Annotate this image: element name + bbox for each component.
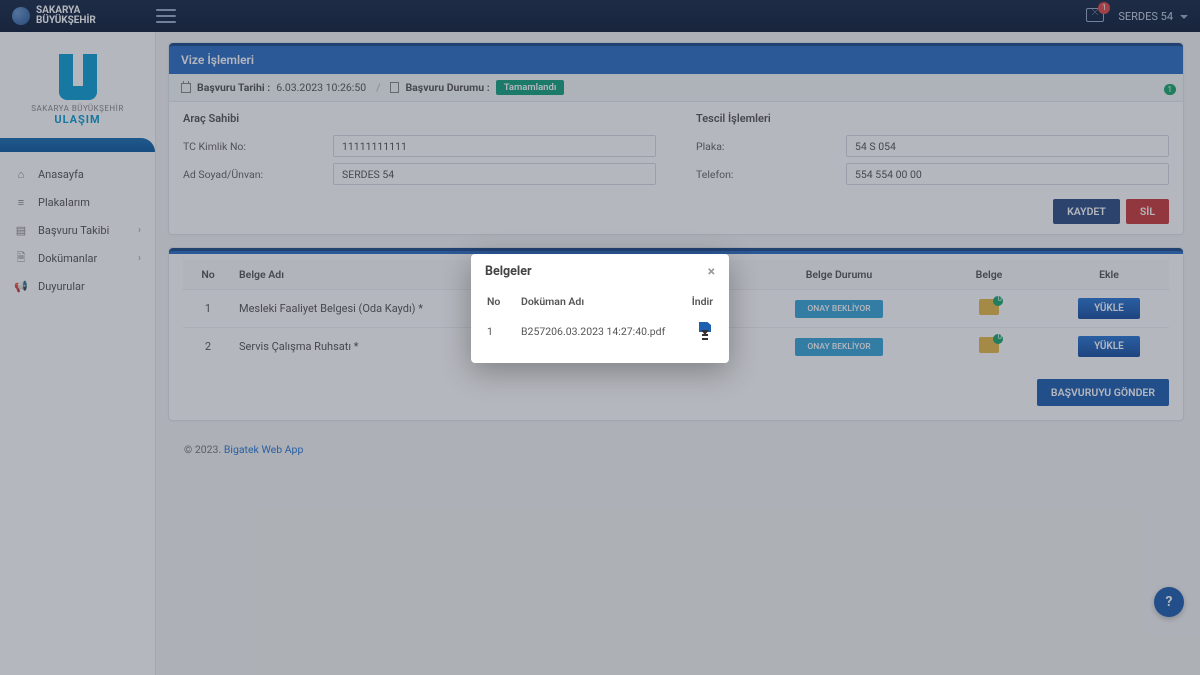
modal-close-button[interactable]: × [708,265,715,279]
mcol-no: No [485,287,519,314]
mcol-indir: İndir [675,287,715,314]
modal-table: No Doküman Adı İndir 1B257206.03.2023 14… [485,287,715,349]
modal-row: 1B257206.03.2023 14:27:40.pdf [485,314,715,349]
belgeler-modal: Belgeler × No Doküman Adı İndir 1B257206… [471,254,729,363]
mcell-ad: B257206.03.2023 14:27:40.pdf [519,314,675,349]
mcell-no: 1 [485,314,519,349]
mcol-ad: Doküman Adı [519,287,675,314]
modal-overlay[interactable]: Belgeler × No Doküman Adı İndir 1B257206… [0,0,1200,675]
modal-title: Belgeler [485,264,532,279]
download-icon[interactable] [697,322,713,338]
